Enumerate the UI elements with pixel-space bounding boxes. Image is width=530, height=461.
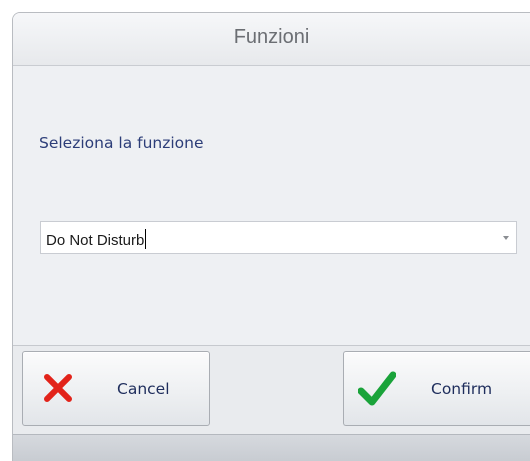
dialog-content: Seleziona la funzione Do Not Disturb [13,66,530,345]
confirm-button-label: Confirm [431,380,493,398]
close-icon [43,373,73,408]
function-prompt-label: Seleziona la funzione [39,134,204,152]
checkmark-icon [357,371,397,412]
button-bar: Cancel Confirm [13,345,530,435]
functions-dialog: Funzioni Seleziona la funzione Do Not Di… [12,12,530,461]
confirm-button[interactable]: Confirm [343,351,530,426]
cancel-button-label: Cancel [117,380,170,398]
title-bar[interactable]: Funzioni [13,13,530,66]
cancel-button[interactable]: Cancel [22,351,210,426]
function-select-value[interactable]: Do Not Disturb [46,229,147,249]
bottom-strip [13,434,530,461]
dialog-title: Funzioni [233,26,310,48]
text-caret [145,229,147,249]
dropdown-arrow-icon[interactable] [503,236,509,240]
function-select[interactable]: Do Not Disturb [40,221,517,254]
